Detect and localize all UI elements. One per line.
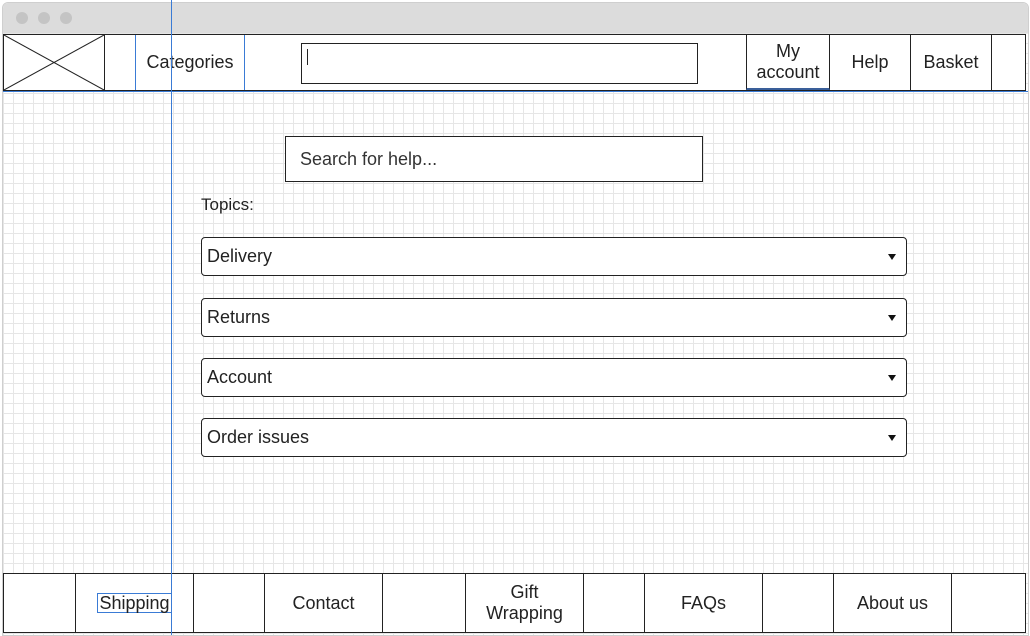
- logo-placeholder[interactable]: [3, 34, 105, 91]
- topic-select-returns[interactable]: Returns: [201, 298, 907, 337]
- close-window-dot[interactable]: [16, 12, 28, 24]
- image-placeholder-icon: [3, 34, 105, 91]
- footer-link-about-us[interactable]: About us: [833, 574, 952, 632]
- nav-help-label: Help: [851, 52, 889, 72]
- footer-link-shipping[interactable]: Shipping: [75, 574, 194, 632]
- top-navbar: Categories My account Help Basket: [3, 34, 1026, 91]
- text-caret: [307, 49, 308, 65]
- caret-down-icon: [888, 254, 896, 260]
- navbar-divider: [3, 91, 1028, 92]
- topic-select-label: Delivery: [207, 246, 273, 266]
- footer-link-gift-wrapping[interactable]: Gift Wrapping: [465, 574, 584, 632]
- caret-down-icon: [888, 315, 896, 321]
- footer-link-label: Gift Wrapping: [486, 582, 563, 623]
- maximize-window-dot[interactable]: [60, 12, 72, 24]
- topic-select-delivery[interactable]: Delivery: [201, 237, 907, 276]
- help-search-input[interactable]: [285, 136, 703, 182]
- window-titlebar: [3, 3, 1028, 33]
- caret-down-icon: [888, 375, 896, 381]
- topic-select-label: Returns: [207, 307, 271, 327]
- topic-select-order-issues[interactable]: Order issues: [201, 418, 907, 457]
- footer-bar: Shipping Contact Gift Wrapping FAQs Abou…: [3, 573, 1026, 633]
- footer-link-faqs[interactable]: FAQs: [644, 574, 763, 632]
- footer-link-label: About us: [856, 592, 929, 613]
- topic-select-label: Order issues: [207, 427, 310, 447]
- topic-select-label: Account: [207, 367, 273, 387]
- nav-basket-label: Basket: [923, 52, 979, 72]
- selection-guide-line: [171, 0, 172, 635]
- footer-link-contact[interactable]: Contact: [264, 574, 383, 632]
- nav-categories-label: Categories: [146, 52, 234, 72]
- nav-categories[interactable]: Categories: [135, 35, 245, 90]
- footer-link-label: Shipping: [97, 593, 172, 613]
- footer-link-label: FAQs: [680, 592, 726, 613]
- nav-my-account[interactable]: My account: [746, 35, 830, 90]
- topics-label: Topics:: [201, 195, 254, 214]
- caret-down-icon: [888, 435, 896, 441]
- wireframe-canvas: Categories My account Help Basket Topics…: [3, 33, 1028, 635]
- footer-link-label: Contact: [292, 592, 355, 613]
- nav-my-account-label: My account: [756, 40, 820, 82]
- browser-window: Categories My account Help Basket Topics…: [2, 2, 1029, 636]
- nav-basket[interactable]: Basket: [911, 35, 992, 90]
- minimize-window-dot[interactable]: [38, 12, 50, 24]
- top-search-input[interactable]: [301, 43, 698, 84]
- topic-select-account[interactable]: Account: [201, 358, 907, 397]
- nav-help[interactable]: Help: [830, 35, 911, 90]
